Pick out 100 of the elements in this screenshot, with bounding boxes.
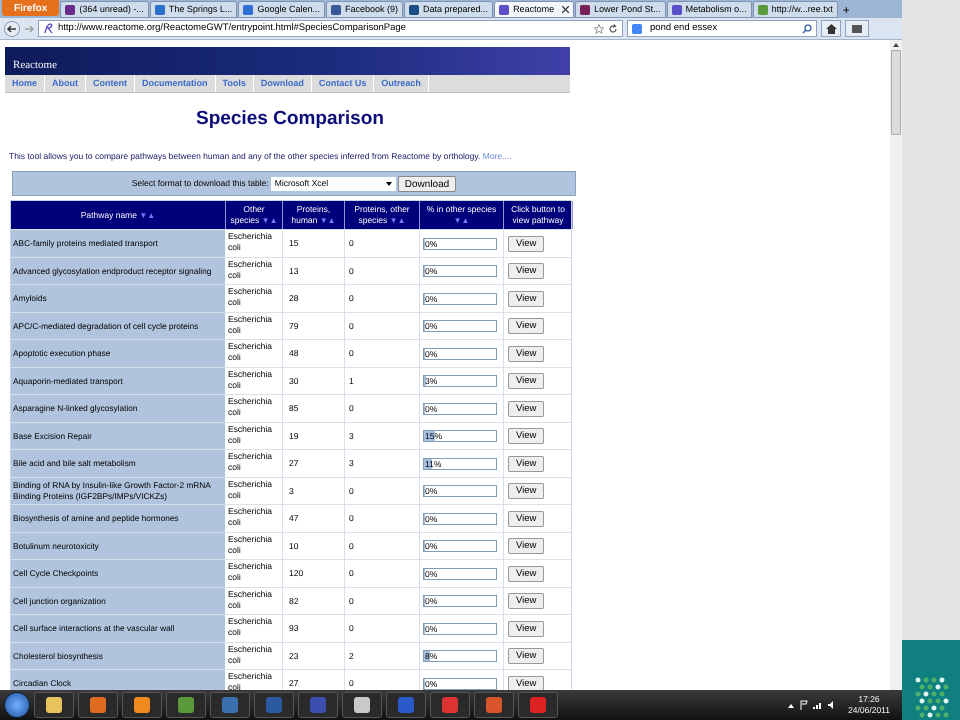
close-icon[interactable] [562,6,570,13]
scrollbar[interactable] [890,40,902,690]
human-count-cell: 120 [283,560,345,587]
pathway-cell: Binding of RNA by Insulin-like Growth Factor-2 mRNA Binding Proteins (IGF2BPs/IMPs/VICKZs) [11,478,226,504]
percent-text: 0% [425,238,438,248]
percent-text: 0% [425,541,438,551]
bookmarks-icon[interactable] [845,20,869,37]
taskbar-app-icon[interactable] [166,692,206,718]
taskbar-app-icon[interactable] [474,692,514,718]
browser-tab[interactable]: Reactome [494,1,574,18]
pathway-cell: Aquaporin-mediated transport [11,368,226,394]
percent-text: 0% [425,624,438,634]
view-button[interactable]: View [508,263,544,279]
species-cell: Escherichia coli [226,505,283,532]
taskbar-app-icon[interactable] [342,692,382,718]
column-header[interactable]: Pathway name ▼▲ [11,201,226,230]
browser-tab[interactable]: Metabolism o... [666,1,752,18]
format-value: Microsoft Xcel [274,177,328,190]
percent-text: 8% [425,651,438,661]
species-cell: Escherichia coli [226,285,283,312]
download-button[interactable]: Download [398,176,456,192]
view-button[interactable]: View [508,620,544,636]
species-cell: Escherichia coli [226,258,283,284]
view-button[interactable]: View [508,346,544,362]
browser-tab[interactable]: The Springs L... [150,1,238,18]
column-header[interactable]: Other species ▼▲ [226,201,283,230]
column-header[interactable]: % in other species ▼▲ [420,201,504,230]
view-button[interactable]: View [508,483,544,499]
view-button[interactable]: View [508,236,544,252]
column-header[interactable]: Proteins, other species ▼▲ [345,201,420,230]
nav-link[interactable]: Tools [216,75,254,92]
nav-link[interactable]: About [45,75,86,92]
human-count-cell: 13 [283,258,345,284]
view-button[interactable]: View [508,373,544,389]
home-icon[interactable] [821,20,841,37]
other-count-cell: 2 [345,642,420,670]
human-count-cell: 19 [283,422,345,450]
nav-link[interactable]: Contact Us [312,75,374,92]
scroll-up-icon[interactable] [893,43,899,47]
view-button[interactable]: View [508,400,544,416]
taskbar-app-icon[interactable] [122,692,162,718]
browser-tab[interactable]: Google Calen... [238,1,325,18]
view-button[interactable]: View [508,428,544,444]
sort-icon[interactable]: ▼▲ [390,216,406,226]
view-button[interactable]: View [508,676,544,690]
reload-icon[interactable] [608,24,618,34]
dropdown-arrow-icon [386,182,392,186]
nav-link[interactable]: Outreach [374,75,429,92]
human-count-cell: 10 [283,532,345,560]
taskbar-app-icon[interactable] [78,692,118,718]
view-button[interactable]: View [508,593,544,609]
species-cell: Escherichia coli [226,588,283,614]
species-cell: Escherichia coli [226,422,283,450]
view-button[interactable]: View [508,648,544,664]
other-count-cell: 0 [345,588,420,614]
browser-tab[interactable]: Lower Pond St... [575,1,666,18]
human-count-cell: 47 [283,505,345,532]
address-field[interactable]: http://www.reactome.org/ReactomeGWT/entrypoint.html#SpeciesComparisonPage [38,20,623,37]
search-icon[interactable] [802,24,812,34]
nav-link[interactable]: Download [254,75,312,92]
human-count-cell: 48 [283,340,345,367]
human-count-cell: 79 [283,312,345,340]
new-tab-button[interactable]: + [838,2,854,18]
tab-title: Google Calen... [257,2,320,16]
pathway-cell: Cholesterol biosynthesis [11,642,226,670]
taskbar-app-icon[interactable] [34,692,74,718]
other-count-cell: 0 [345,285,420,312]
page-title: Species Comparison [196,107,384,131]
pathway-cell: ABC-family proteins mediated transport [11,230,226,257]
pathway-cell: Cell surface interactions at the vascular wall [11,615,226,642]
browser-tab[interactable]: http://w...ree.txt [752,1,838,18]
column-header[interactable]: Click button to view pathway [504,201,573,230]
start-icon[interactable] [4,692,30,718]
scrollbar-thumb[interactable] [891,50,901,135]
browser-tab[interactable]: (364 unread) -... [60,1,149,18]
browser-tab[interactable]: Facebook (9) [326,1,404,18]
sort-icon[interactable]: ▼▲ [454,216,470,226]
other-count-cell: 3 [345,422,420,450]
view-button[interactable]: View [508,566,544,582]
column-header[interactable]: Proteins, human ▼▲ [283,201,345,230]
browser-tab[interactable]: Data prepared... [404,1,494,18]
nav-link[interactable]: Content [86,75,136,92]
percent-text: 3% [425,376,438,386]
search-field[interactable]: pond end essex [627,20,817,37]
sort-icon[interactable]: ▼▲ [320,216,336,226]
back-icon[interactable] [4,20,20,36]
species-cell: Escherichia coli [226,450,283,477]
sort-icon[interactable]: ▼▲ [262,216,278,226]
other-count-cell: 0 [345,505,420,532]
view-button[interactable]: View [508,456,544,472]
nav-link[interactable]: Documentation [135,75,216,92]
star-icon[interactable] [594,24,604,34]
view-button[interactable]: View [508,290,544,306]
format-dropdown[interactable]: Microsoft Xcel [270,176,396,191]
view-button[interactable]: View [508,318,544,334]
percent-text: 0% [425,596,438,606]
nav-link[interactable]: Home [5,75,46,92]
sort-icon[interactable]: ▼▲ [139,210,156,220]
view-button[interactable]: View [508,510,544,526]
view-button[interactable]: View [508,538,544,554]
